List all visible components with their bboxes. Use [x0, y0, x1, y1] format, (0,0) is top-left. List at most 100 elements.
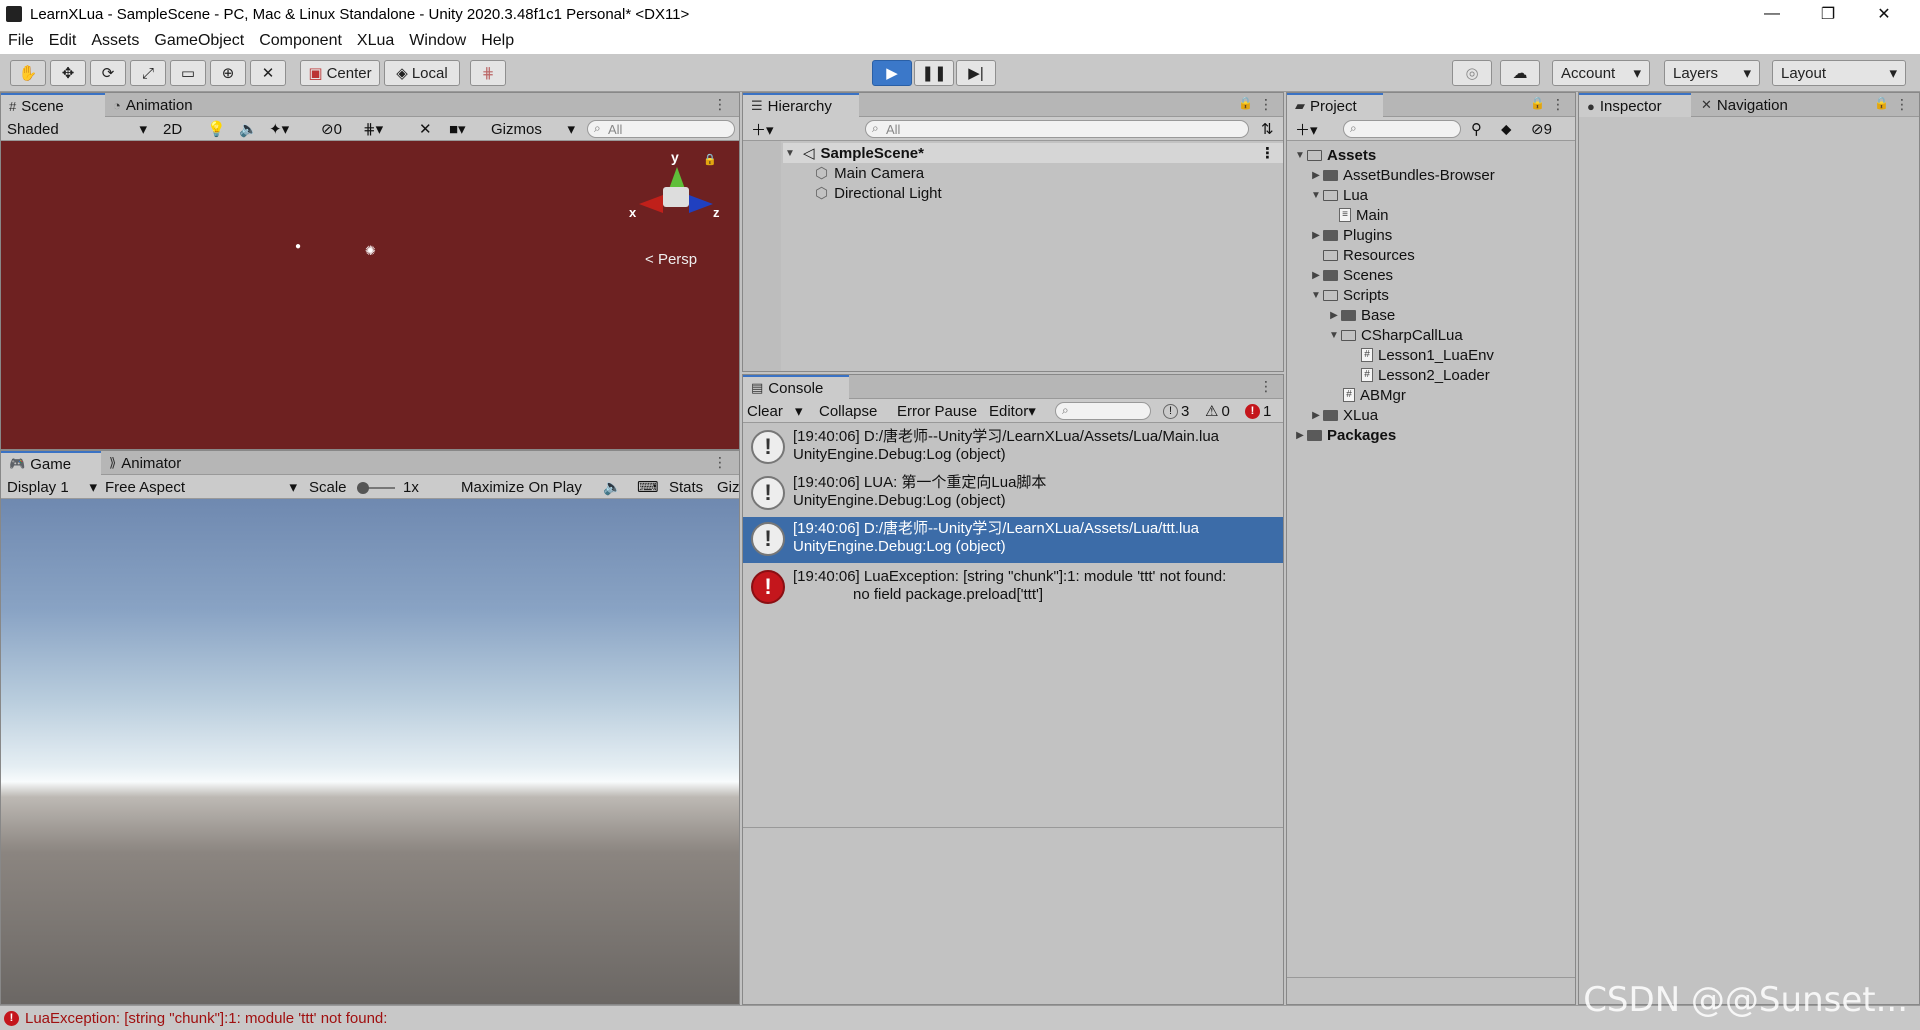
tree-item-plugins[interactable]: ▶ Plugins: [1309, 225, 1392, 245]
menu-edit[interactable]: Edit: [49, 32, 77, 50]
tab-inspector[interactable]: ● Inspector: [1579, 93, 1691, 117]
pivot-center-button[interactable]: ▣ Center: [300, 60, 380, 86]
console-detail-divider[interactable]: [743, 827, 1283, 828]
scene-search-input[interactable]: All: [587, 120, 735, 138]
tree-item-lua[interactable]: ▼ Lua: [1309, 185, 1368, 205]
menu-component[interactable]: Component: [259, 32, 342, 50]
move-tool-icon[interactable]: ✥: [50, 60, 86, 86]
cloud-icon[interactable]: ☁: [1500, 60, 1540, 86]
status-message[interactable]: LuaException: [string "chunk"]:1: module…: [25, 1010, 387, 1027]
keyboard-icon[interactable]: ⌨: [637, 477, 659, 497]
grid-snap-icon[interactable]: ⋕: [470, 60, 506, 86]
tree-item-assets[interactable]: ▼ Assets: [1293, 145, 1376, 165]
menu-assets[interactable]: Assets: [91, 32, 139, 50]
pause-button[interactable]: ❚❚: [914, 60, 954, 86]
mute-audio-icon[interactable]: 🔈: [603, 477, 622, 497]
search-by-label-icon[interactable]: ⬥: [1501, 119, 1512, 139]
rotate-tool-icon[interactable]: ⟳: [90, 60, 126, 86]
step-button[interactable]: ▶|: [956, 60, 996, 86]
tree-item-assetbundles-browser[interactable]: ▶ AssetBundles-Browser: [1309, 165, 1495, 185]
expand-arrow-icon[interactable]: ▶: [1327, 310, 1341, 321]
console-log-entry[interactable]: ! [19:40:06] LUA: 第一个重定向Lua脚本 UnityEngine…: [743, 471, 1283, 517]
tree-item-resources[interactable]: Resources: [1323, 245, 1415, 265]
kebab-menu-icon[interactable]: ⋮: [713, 454, 727, 471]
editor-dropdown[interactable]: Editor ▾: [989, 401, 1036, 421]
game-gizmos-toggle[interactable]: Giz: [717, 477, 739, 497]
lighting-icon[interactable]: 💡: [207, 119, 226, 139]
light-gizmo-icon[interactable]: ✺: [365, 243, 376, 259]
tools-icon[interactable]: ✕: [419, 119, 432, 139]
layers-dropdown[interactable]: Layers ▾: [1664, 60, 1760, 86]
grid-toggle-icon[interactable]: ⋕▾: [363, 119, 383, 139]
transform-tool-icon[interactable]: ⊕: [210, 60, 246, 86]
collapse-toggle[interactable]: Collapse: [819, 401, 877, 421]
tab-animator[interactable]: ⟫ Animator: [101, 451, 189, 475]
sort-icon[interactable]: ⇅: [1261, 119, 1274, 139]
effects-icon[interactable]: ✦▾: [269, 119, 289, 139]
tab-scene[interactable]: # Scene: [1, 93, 105, 117]
hand-tool-icon[interactable]: ✋: [10, 60, 46, 86]
console-error-entry[interactable]: ! [19:40:06] LuaException: [string "chun…: [743, 565, 1283, 611]
tree-item-scripts[interactable]: ▼ Scripts: [1309, 285, 1389, 305]
menu-help[interactable]: Help: [481, 32, 514, 50]
tree-item-scenes[interactable]: ▶ Scenes: [1309, 265, 1393, 285]
tab-console[interactable]: ▤ Console: [743, 375, 849, 399]
console-log-entry[interactable]: ! [19:40:06] D:/唐老师--Unity学习/LearnXLua/A…: [743, 425, 1283, 471]
search-by-type-icon[interactable]: ⚲: [1471, 119, 1482, 139]
aspect-dropdown[interactable]: Free Aspect ▾: [105, 477, 297, 497]
game-viewport[interactable]: [1, 499, 739, 1004]
camera-gizmo-icon[interactable]: ●: [295, 241, 301, 252]
hierarchy-item-directional-light[interactable]: ⬡ Directional Light: [815, 183, 1283, 203]
expand-arrow-icon[interactable]: ▶: [1309, 170, 1323, 181]
create-asset-button[interactable]: ＋▾: [1295, 119, 1318, 139]
tree-item-packages[interactable]: ▶ Packages: [1293, 425, 1396, 445]
menu-file[interactable]: File: [8, 32, 34, 50]
tree-item-abmgr[interactable]: # ABMgr: [1343, 385, 1406, 405]
clear-options-dropdown[interactable]: ▾: [795, 401, 803, 421]
kebab-menu-icon[interactable]: ⋮: [1551, 96, 1565, 113]
expand-arrow-icon[interactable]: ▼: [783, 148, 797, 159]
kebab-menu-icon[interactable]: ⋮: [1895, 96, 1909, 113]
kebab-menu-icon[interactable]: ⋮: [1259, 378, 1273, 395]
clear-button[interactable]: Clear: [747, 401, 783, 421]
close-button[interactable]: ✕: [1856, 0, 1912, 28]
audio-icon[interactable]: 🔈: [239, 119, 258, 139]
hierarchy-search-input[interactable]: All: [865, 120, 1249, 138]
lock-icon[interactable]: 🔒: [1530, 96, 1545, 110]
orientation-gizmo[interactable]: y x z: [629, 149, 720, 229]
warning-count-toggle[interactable]: ⚠ 0: [1205, 401, 1230, 421]
shading-dropdown[interactable]: Shaded ▾: [7, 119, 147, 139]
expand-arrow-icon[interactable]: ▼: [1327, 330, 1341, 341]
scale-tool-icon[interactable]: ⤢: [130, 60, 166, 86]
expand-arrow-icon[interactable]: ▶: [1309, 270, 1323, 281]
console-log-entry-selected[interactable]: ! [19:40:06] D:/唐老师--Unity学习/LearnXLua/A…: [743, 517, 1283, 563]
display-dropdown[interactable]: Display 1 ▾: [7, 477, 97, 497]
hidden-packages-toggle[interactable]: ⊘ 9: [1531, 119, 1552, 139]
expand-arrow-icon[interactable]: ▶: [1293, 430, 1307, 441]
tree-item-lesson1[interactable]: # Lesson1_LuaEnv: [1361, 345, 1494, 365]
lock-icon[interactable]: 🔒: [1874, 96, 1889, 110]
add-object-button[interactable]: ＋▾: [751, 119, 774, 139]
tree-item-base[interactable]: ▶ Base: [1327, 305, 1395, 325]
restore-button[interactable]: ❐: [1800, 0, 1856, 28]
expand-arrow-icon[interactable]: ▶: [1309, 230, 1323, 241]
expand-arrow-icon[interactable]: ▼: [1309, 190, 1323, 201]
rect-tool-icon[interactable]: ▭: [170, 60, 206, 86]
console-search-input[interactable]: [1055, 402, 1151, 420]
stats-toggle[interactable]: Stats: [669, 477, 703, 497]
minimize-button[interactable]: —: [1744, 0, 1800, 28]
tree-item-xlua[interactable]: ▶ XLua: [1309, 405, 1378, 425]
tab-game[interactable]: 🎮 Game: [1, 451, 101, 475]
lock-icon[interactable]: 🔒: [703, 153, 717, 166]
menu-xlua[interactable]: XLua: [357, 32, 394, 50]
error-count-toggle[interactable]: ! 1: [1245, 401, 1271, 421]
camera-icon[interactable]: ■▾: [449, 119, 466, 139]
scene-viewport[interactable]: ● ✺ y x z 🔒 < Persp: [1, 141, 739, 449]
perspective-toggle[interactable]: < Persp: [645, 251, 697, 268]
scene-root-row[interactable]: ▼ ◁ SampleScene* ⋮: [783, 143, 1283, 163]
kebab-menu-icon[interactable]: ⋮: [713, 96, 727, 113]
maximize-on-play-toggle[interactable]: Maximize On Play: [461, 477, 582, 497]
menu-window[interactable]: Window: [409, 32, 466, 50]
tab-hierarchy[interactable]: ☰ Hierarchy: [743, 93, 859, 117]
layout-dropdown[interactable]: Layout ▾: [1772, 60, 1906, 86]
